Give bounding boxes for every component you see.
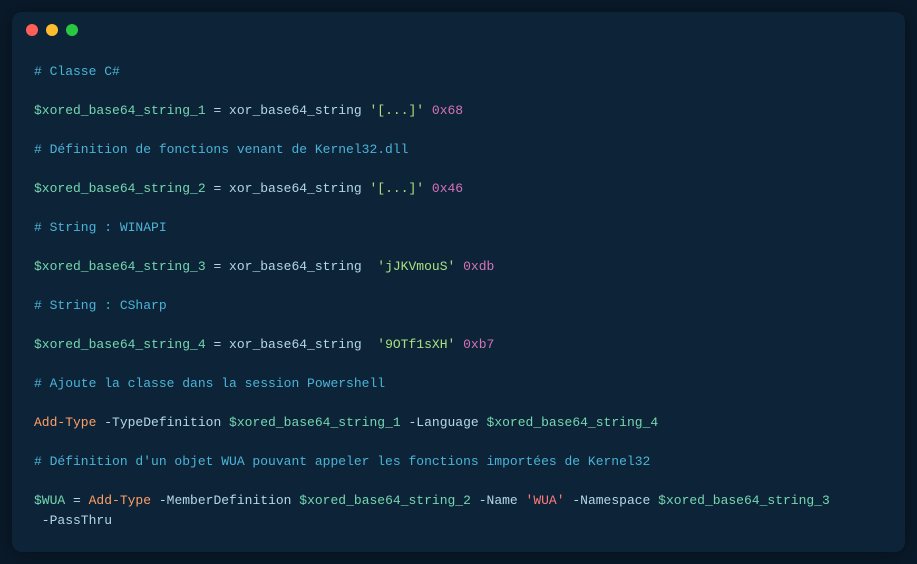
blank-line [34, 82, 883, 102]
blank-line [34, 316, 883, 336]
comment: # Ajoute la classe dans la session Power… [34, 376, 385, 391]
function-call: xor_base64_string [229, 103, 369, 118]
blank-line [34, 277, 883, 297]
operator: = [65, 493, 88, 508]
blank-line [34, 472, 883, 492]
operator: = [206, 337, 229, 352]
variable: $xored_base64_string_4 [34, 337, 206, 352]
comment: # String : CSharp [34, 298, 167, 313]
variable: $xored_base64_string_1 [34, 103, 206, 118]
code-line: # Classe C# [34, 62, 883, 82]
cmdlet: Add-Type [89, 493, 151, 508]
function-call: xor_base64_string [229, 259, 377, 274]
string: '9OTf1sXH' [377, 337, 455, 352]
code-line: Add-Type -TypeDefinition $xored_base64_s… [34, 413, 883, 433]
flag: -TypeDefinition [96, 415, 229, 430]
code-line: # Définition d'un objet WUA pouvant appe… [34, 452, 883, 472]
function-call: xor_base64_string [229, 337, 377, 352]
comment: # String : WINAPI [34, 220, 167, 235]
code-area: # Classe C# $xored_base64_string_1 = xor… [12, 48, 905, 552]
flag: -MemberDefinition [151, 493, 299, 508]
variable: $WUA [34, 493, 65, 508]
close-icon[interactable] [26, 24, 38, 36]
code-line: # Définition de fonctions venant de Kern… [34, 140, 883, 160]
string: '[...]' [369, 103, 424, 118]
blank-line [34, 394, 883, 414]
number: 0xb7 [455, 337, 494, 352]
cmdlet: Add-Type [34, 415, 96, 430]
comment: # Classe C# [34, 64, 120, 79]
code-line: # String : CSharp [34, 296, 883, 316]
variable: $xored_base64_string_3 [34, 259, 206, 274]
string: 'jJKVmouS' [377, 259, 455, 274]
flag: -PassThru [34, 513, 112, 528]
number: 0xdb [455, 259, 494, 274]
comment: # Définition de fonctions venant de Kern… [34, 142, 408, 157]
variable: $xored_base64_string_2 [34, 181, 206, 196]
code-line: $xored_base64_string_1 = xor_base64_stri… [34, 101, 883, 121]
flag: -Name [471, 493, 526, 508]
number: 0x46 [424, 181, 463, 196]
variable: $xored_base64_string_1 [229, 415, 401, 430]
number: 0x68 [424, 103, 463, 118]
titlebar [12, 12, 905, 48]
blank-line [34, 121, 883, 141]
variable: $xored_base64_string_4 [487, 415, 659, 430]
function-call: xor_base64_string [229, 181, 369, 196]
string: 'WUA' [526, 493, 565, 508]
variable: $xored_base64_string_2 [299, 493, 471, 508]
variable: $xored_base64_string_3 [658, 493, 830, 508]
code-line: # Ajoute la classe dans la session Power… [34, 374, 883, 394]
operator: = [206, 259, 229, 274]
terminal-window: # Classe C# $xored_base64_string_1 = xor… [12, 12, 905, 552]
flag: -Namespace [565, 493, 659, 508]
comment: # Définition d'un objet WUA pouvant appe… [34, 454, 650, 469]
code-line: $xored_base64_string_2 = xor_base64_stri… [34, 179, 883, 199]
code-line: -PassThru [34, 511, 883, 531]
blank-line [34, 238, 883, 258]
blank-line [34, 199, 883, 219]
code-line: $WUA = Add-Type -MemberDefinition $xored… [34, 491, 883, 511]
flag: -Language [401, 415, 487, 430]
blank-line [34, 160, 883, 180]
string: '[...]' [369, 181, 424, 196]
operator: = [206, 103, 229, 118]
operator: = [206, 181, 229, 196]
minimize-icon[interactable] [46, 24, 58, 36]
maximize-icon[interactable] [66, 24, 78, 36]
code-line: $xored_base64_string_4 = xor_base64_stri… [34, 335, 883, 355]
code-line: $xored_base64_string_3 = xor_base64_stri… [34, 257, 883, 277]
code-line: # String : WINAPI [34, 218, 883, 238]
blank-line [34, 433, 883, 453]
blank-line [34, 355, 883, 375]
